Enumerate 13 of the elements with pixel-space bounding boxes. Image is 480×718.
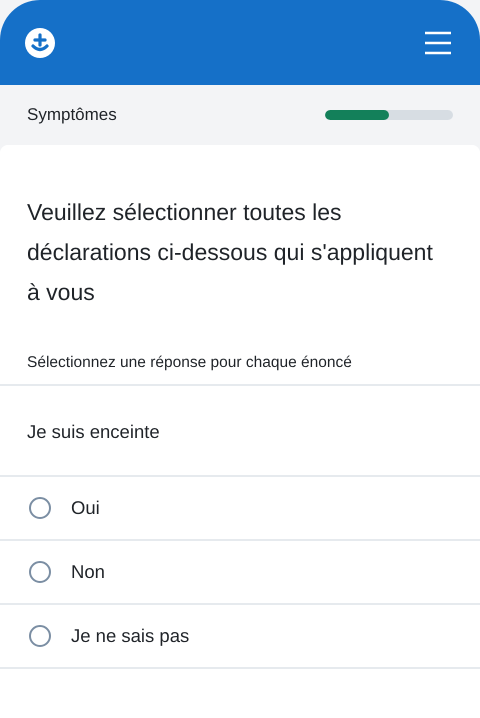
menu-button[interactable]: [424, 30, 452, 54]
question-title: Veuillez sélectionner toutes les déclarations ci-dessous qui s'appliquent à vous: [26, 198, 434, 307]
radio-button[interactable]: [29, 497, 51, 519]
instruction-text: Sélectionnez une réponse pour chaque énoncé: [27, 354, 352, 371]
menu-icon: [424, 30, 452, 54]
radio-option[interactable]: Non: [0, 541, 480, 603]
radio-option[interactable]: Je ne sais pas: [0, 605, 480, 667]
statement-text: Je suis enceinte: [27, 421, 160, 443]
logo-icon: [24, 26, 56, 58]
radio-option[interactable]: Oui: [0, 477, 480, 539]
section-title: Symptômes: [27, 105, 117, 125]
radio-button[interactable]: [29, 625, 51, 647]
radio-button[interactable]: [29, 561, 51, 583]
